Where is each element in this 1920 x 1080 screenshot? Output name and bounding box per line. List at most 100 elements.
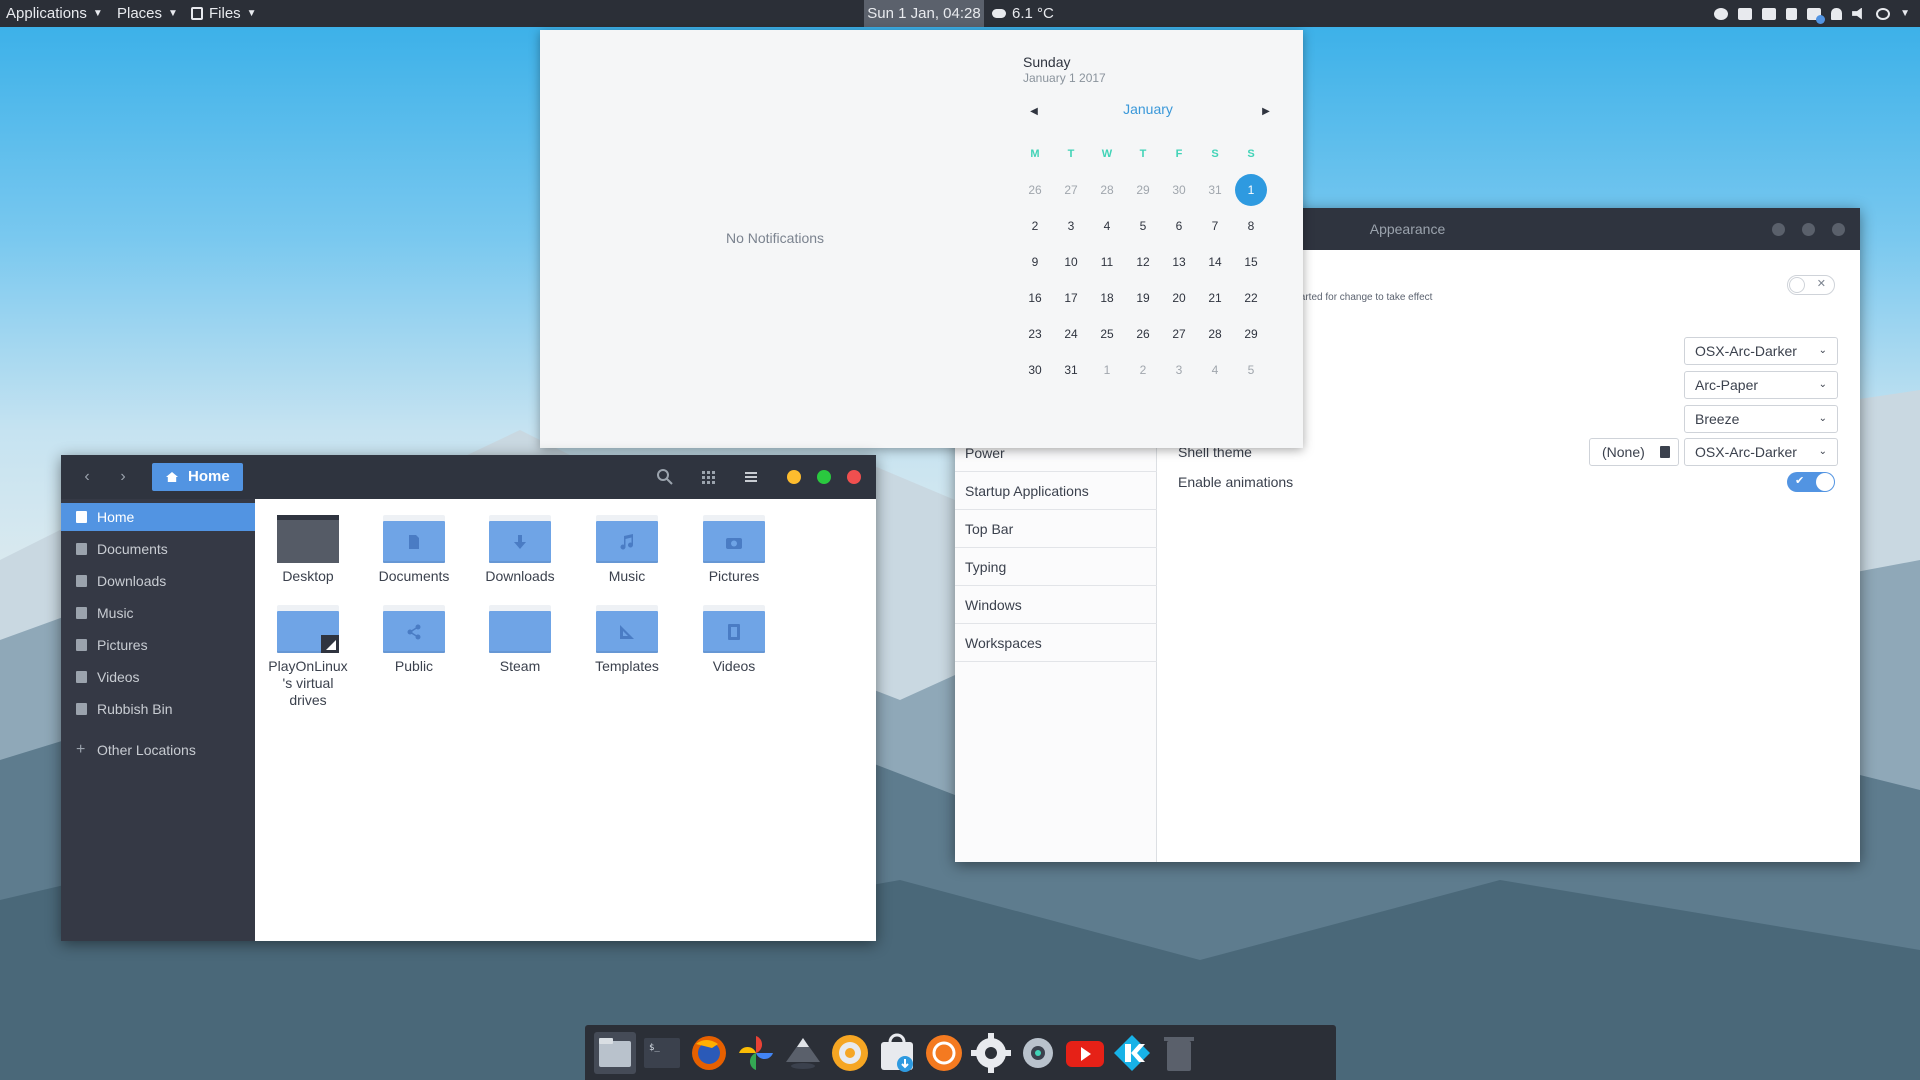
mail-icon[interactable] bbox=[1738, 7, 1753, 20]
rhythmbox-icon[interactable] bbox=[829, 1032, 871, 1074]
calendar-day[interactable]: 26 bbox=[1125, 316, 1161, 352]
calendar-day[interactable]: 15 bbox=[1233, 244, 1269, 280]
terminal-icon[interactable]: $_ bbox=[641, 1032, 683, 1074]
close-button[interactable] bbox=[847, 470, 861, 484]
next-month-button[interactable]: ▶ bbox=[1257, 103, 1275, 121]
photos-icon[interactable] bbox=[735, 1032, 777, 1074]
sidebar-item-home[interactable]: Home bbox=[61, 503, 255, 531]
sidebar-item-music[interactable]: Music bbox=[61, 599, 255, 627]
calendar-day[interactable]: 14 bbox=[1197, 244, 1233, 280]
sidebar-item-top-bar[interactable]: Top Bar bbox=[955, 510, 1157, 548]
chevron-down-icon[interactable]: ▼ bbox=[1900, 8, 1910, 19]
sidebar-item-startup-applications[interactable]: Startup Applications bbox=[955, 472, 1157, 510]
calendar-day[interactable]: 2 bbox=[1017, 208, 1053, 244]
calendar-day[interactable]: 6 bbox=[1161, 208, 1197, 244]
calendar-day[interactable]: 16 bbox=[1017, 280, 1053, 316]
kodi-icon[interactable] bbox=[1111, 1032, 1153, 1074]
back-button[interactable]: ‹ bbox=[75, 465, 99, 489]
folder-music[interactable]: Music bbox=[581, 515, 673, 585]
calendar-day[interactable]: 5 bbox=[1125, 208, 1161, 244]
envelope-icon[interactable] bbox=[1762, 7, 1777, 20]
sidebar-item-pictures[interactable]: Pictures bbox=[61, 631, 255, 659]
calendar-day[interactable]: 28 bbox=[1089, 172, 1125, 208]
youtube-icon[interactable] bbox=[1064, 1032, 1106, 1074]
grid-view-icon[interactable] bbox=[698, 467, 718, 487]
calendar-day[interactable]: 26 bbox=[1017, 172, 1053, 208]
sidebar-item-windows[interactable]: Windows bbox=[955, 586, 1157, 624]
minimize-button[interactable] bbox=[1772, 223, 1785, 236]
folder-templates[interactable]: Templates bbox=[581, 605, 673, 675]
rss-icon[interactable] bbox=[1786, 7, 1798, 20]
inkscape-icon[interactable] bbox=[782, 1032, 824, 1074]
theme-combo-1[interactable]: OSX-Arc-Darker ⌄ bbox=[1684, 337, 1838, 365]
places-menu[interactable]: Places ▼ bbox=[117, 0, 178, 27]
path-bar-home[interactable]: Home bbox=[152, 463, 243, 491]
menu-icon[interactable] bbox=[741, 467, 761, 487]
calendar-day[interactable]: 3 bbox=[1161, 352, 1197, 388]
folder-playonlinux-virtual-drives[interactable]: PlayOnLinux 's virtual drives bbox=[262, 605, 354, 709]
calendar-day[interactable]: 13 bbox=[1161, 244, 1197, 280]
calendar-day[interactable]: 24 bbox=[1053, 316, 1089, 352]
calendar-day[interactable]: 29 bbox=[1125, 172, 1161, 208]
calendar-day[interactable]: 5 bbox=[1233, 352, 1269, 388]
maximize-button[interactable] bbox=[817, 470, 831, 484]
calendar-day[interactable]: 18 bbox=[1089, 280, 1125, 316]
volume-icon[interactable] bbox=[1852, 7, 1862, 20]
shell-theme-combo[interactable]: OSX-Arc-Darker ⌄ bbox=[1684, 438, 1838, 466]
setting-toggle[interactable]: ✕ bbox=[1787, 275, 1835, 295]
calendar-day[interactable]: 1 bbox=[1089, 352, 1125, 388]
calendar-day[interactable]: 10 bbox=[1053, 244, 1089, 280]
weather-indicator[interactable]: 6.1 °C bbox=[992, 0, 1054, 27]
calendar-day[interactable]: 8 bbox=[1233, 208, 1269, 244]
theme-combo-3[interactable]: Breeze ⌄ bbox=[1684, 405, 1838, 433]
firefox-icon[interactable] bbox=[688, 1032, 730, 1074]
folder-public[interactable]: Public bbox=[368, 605, 460, 675]
calendar-day[interactable]: 9 bbox=[1017, 244, 1053, 280]
calendar-day[interactable]: 31 bbox=[1197, 172, 1233, 208]
search-icon[interactable] bbox=[655, 467, 675, 487]
close-button[interactable] bbox=[1832, 223, 1845, 236]
trash-icon[interactable] bbox=[1158, 1032, 1200, 1074]
gamepad-icon[interactable] bbox=[1714, 7, 1729, 20]
tweak-tool-icon[interactable] bbox=[1017, 1032, 1059, 1074]
maximize-button[interactable] bbox=[1802, 223, 1815, 236]
shell-theme-reset-button[interactable]: (None) bbox=[1589, 438, 1679, 466]
folder-downloads[interactable]: Downloads bbox=[474, 515, 566, 585]
animations-toggle[interactable]: ✔ bbox=[1787, 472, 1835, 492]
folder-pictures[interactable]: Pictures bbox=[688, 515, 780, 585]
sidebar-item-workspaces[interactable]: Workspaces bbox=[955, 624, 1157, 662]
folder-desktop[interactable]: Desktop bbox=[262, 515, 354, 585]
sidebar-item-videos[interactable]: Videos bbox=[61, 663, 255, 691]
notification-bell-icon[interactable] bbox=[1831, 7, 1843, 20]
power-icon[interactable] bbox=[1876, 7, 1891, 20]
calendar-day[interactable]: 20 bbox=[1161, 280, 1197, 316]
calendar-day[interactable]: 30 bbox=[1017, 352, 1053, 388]
calendar-day[interactable]: 12 bbox=[1125, 244, 1161, 280]
calendar-day[interactable]: 4 bbox=[1197, 352, 1233, 388]
calendar-day[interactable]: 3 bbox=[1053, 208, 1089, 244]
calendar-day[interactable]: 22 bbox=[1233, 280, 1269, 316]
calendar-day[interactable]: 27 bbox=[1053, 172, 1089, 208]
applications-menu[interactable]: Applications ▼ bbox=[6, 0, 103, 27]
calendar-day[interactable]: 31 bbox=[1053, 352, 1089, 388]
folder-steam[interactable]: Steam bbox=[474, 605, 566, 675]
folder-videos[interactable]: Videos bbox=[688, 605, 780, 675]
sidebar-item-rubbish-bin[interactable]: Rubbish Bin bbox=[61, 695, 255, 723]
software-update-icon[interactable] bbox=[923, 1032, 965, 1074]
files-app-menu[interactable]: Files ▼ bbox=[191, 0, 257, 27]
calendar-day-today[interactable]: 1 bbox=[1233, 172, 1269, 208]
software-center-icon[interactable] bbox=[876, 1032, 918, 1074]
theme-combo-2[interactable]: Arc-Paper ⌄ bbox=[1684, 371, 1838, 399]
calendar-day[interactable]: 21 bbox=[1197, 280, 1233, 316]
files-icon[interactable] bbox=[594, 1032, 636, 1074]
calendar-day[interactable]: 23 bbox=[1017, 316, 1053, 352]
sidebar-item-other-locations[interactable]: + Other Locations bbox=[61, 736, 255, 764]
calendar-day[interactable]: 27 bbox=[1161, 316, 1197, 352]
calendar-day[interactable]: 29 bbox=[1233, 316, 1269, 352]
clock-button[interactable]: Sun 1 Jan, 04:28 bbox=[864, 0, 984, 27]
forward-button[interactable]: › bbox=[111, 465, 135, 489]
calendar-day[interactable]: 25 bbox=[1089, 316, 1125, 352]
calendar-day[interactable]: 2 bbox=[1125, 352, 1161, 388]
sidebar-item-documents[interactable]: Documents bbox=[61, 535, 255, 563]
settings-icon[interactable] bbox=[970, 1032, 1012, 1074]
